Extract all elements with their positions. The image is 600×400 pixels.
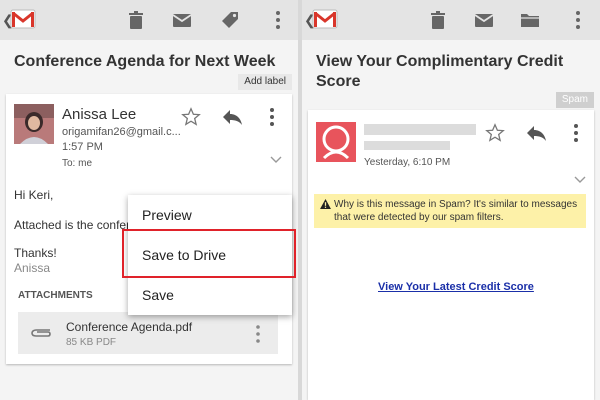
attachment-filename: Conference Agenda.pdf	[66, 320, 193, 334]
sender-email: origamifan26@gmail.c...	[62, 126, 181, 138]
archive-icon[interactable]	[472, 8, 496, 32]
body-thanks: Thanks!	[14, 246, 57, 260]
more-vert-icon[interactable]	[252, 324, 264, 344]
email-subject: Conference Agenda for Next Week	[14, 53, 276, 70]
more-vert-icon[interactable]	[266, 8, 290, 32]
menu-item-save[interactable]: Save	[128, 275, 292, 315]
recipient-line: To: me	[62, 158, 93, 169]
chevron-down-icon[interactable]	[574, 176, 586, 184]
redacted-sender-email	[364, 141, 450, 150]
sender-avatar[interactable]	[14, 104, 54, 144]
body-greeting: Hi Keri,	[14, 188, 54, 202]
right-app-bar: ❮	[302, 0, 600, 40]
body-line: Attached is the confer	[14, 218, 131, 232]
avatar-icon[interactable]	[316, 122, 356, 162]
redacted-sender-name	[364, 124, 476, 135]
trash-icon[interactable]	[426, 8, 450, 32]
more-vert-icon[interactable]	[264, 106, 280, 128]
message-time: Yesterday, 6:10 PM	[364, 157, 451, 168]
reply-icon[interactable]	[524, 122, 548, 144]
archive-icon[interactable]	[170, 8, 194, 32]
body-signature: Anissa	[14, 261, 51, 275]
attachment-chip[interactable]: Conference Agenda.pdf 85 KB PDF	[18, 312, 278, 354]
spam-warning: Why is this message in Spam? It's simila…	[314, 194, 586, 228]
label-icon[interactable]	[218, 8, 242, 32]
gmail-icon[interactable]	[312, 6, 338, 32]
highlight-box	[122, 229, 296, 278]
email-subject: View Your Complimentary Credit Score	[316, 53, 564, 90]
chevron-down-icon[interactable]	[270, 156, 282, 164]
star-icon[interactable]	[180, 106, 202, 128]
sender-name: Anissa Lee	[62, 106, 137, 123]
star-icon[interactable]	[484, 122, 506, 144]
add-label-button[interactable]: Add label	[238, 74, 292, 90]
spam-warning-text: Why is this message in Spam? It's simila…	[334, 199, 578, 223]
attachment-meta: 85 KB PDF	[66, 337, 117, 348]
email-card: Yesterday, 6:10 PM	[308, 110, 594, 400]
folder-icon[interactable]	[518, 8, 542, 32]
left-app-bar: ❮	[0, 0, 298, 40]
left-phone-screen: ❮ Conference Agenda for Next Week Add la…	[0, 0, 298, 400]
trash-icon[interactable]	[124, 8, 148, 32]
more-vert-icon[interactable]	[568, 122, 584, 144]
paperclip-icon	[31, 329, 51, 337]
warning-icon	[320, 199, 331, 209]
gmail-icon[interactable]	[10, 6, 36, 32]
credit-score-link[interactable]: View Your Latest Credit Score	[378, 281, 534, 293]
sender-time: 1:57 PM	[62, 141, 103, 153]
attachments-heading: ATTACHMENTS	[18, 290, 93, 301]
reply-icon[interactable]	[220, 106, 244, 128]
more-vert-icon[interactable]	[566, 8, 590, 32]
spam-label: Spam	[555, 92, 594, 108]
right-phone-screen: ❮ View Your Complimentary Credit Score S…	[302, 0, 600, 400]
